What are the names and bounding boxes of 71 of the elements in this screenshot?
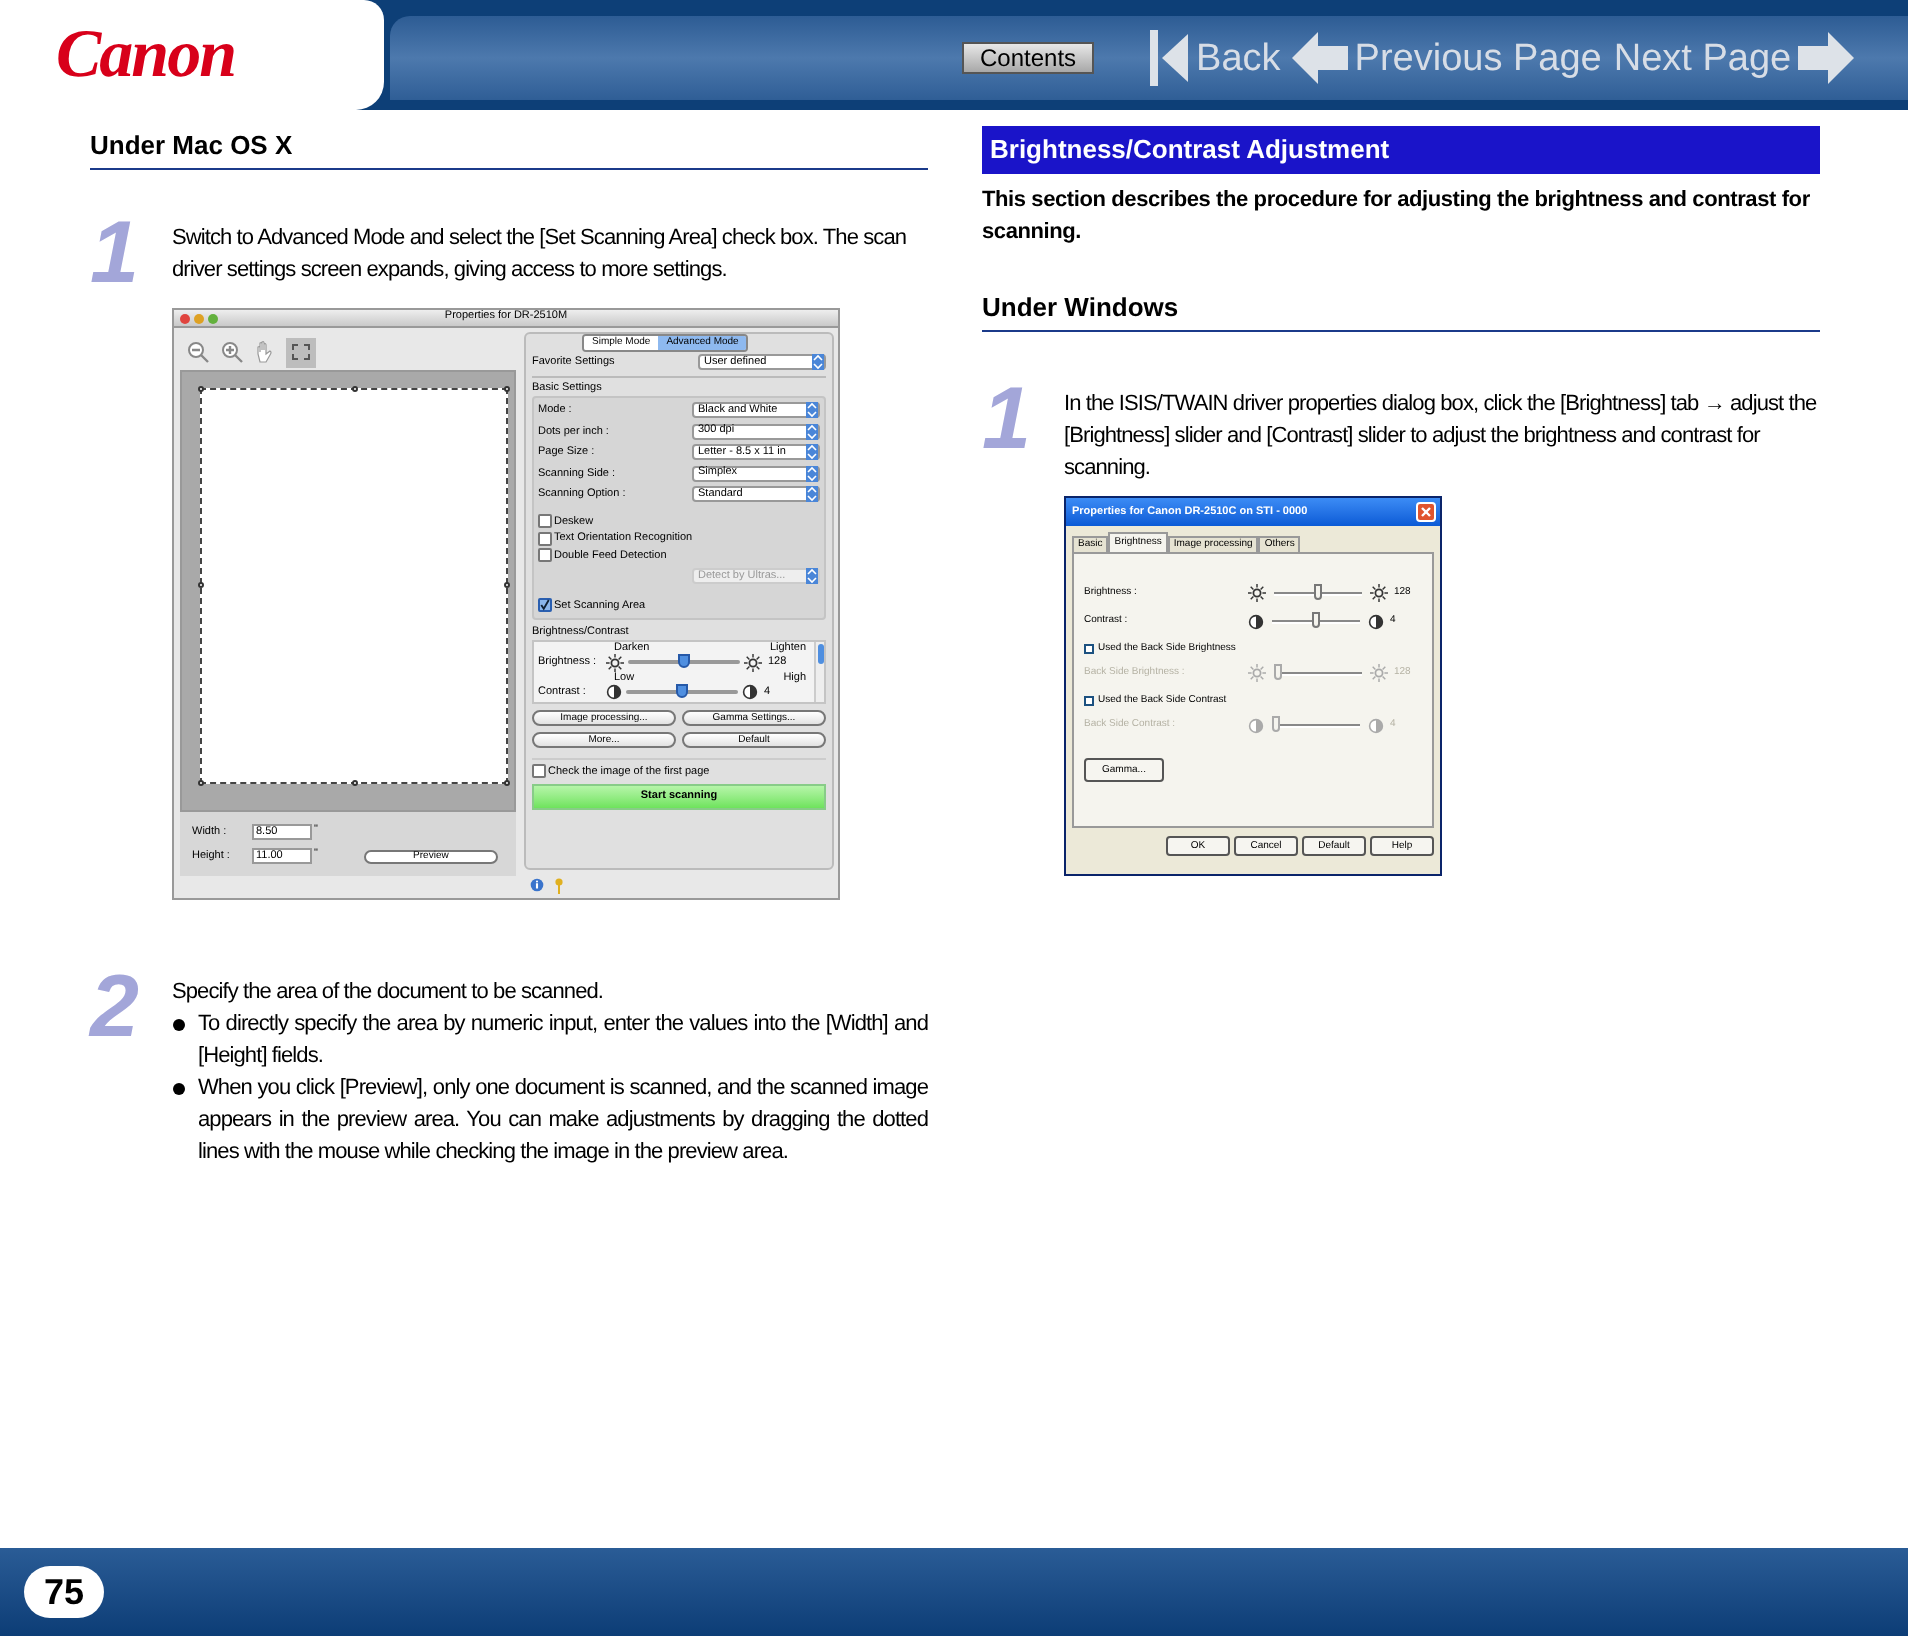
contrast-icon xyxy=(1248,613,1264,629)
nav-button[interactable]: Previous Page xyxy=(1292,32,1602,84)
step-text: Switch to Advanced Mode and select the [Set Scanning Area] check box. The scan driver settings screen expands, giving access to more settings. xyxy=(172,224,909,286)
slider-thumb[interactable] xyxy=(1314,583,1322,599)
sun-icon xyxy=(1370,664,1388,682)
contents-button[interactable]: Contents xyxy=(962,42,1095,74)
drag-handle[interactable] xyxy=(504,386,510,392)
checkbox[interactable] xyxy=(1084,696,1094,706)
zoom-out-icon xyxy=(186,340,210,364)
slider-thumb[interactable] xyxy=(1312,611,1320,627)
close-icon xyxy=(1420,506,1432,518)
select-tool-icon[interactable] xyxy=(286,337,316,367)
checkbox[interactable] xyxy=(538,531,552,545)
drag-handle[interactable] xyxy=(504,780,510,786)
step-number: 1 xyxy=(90,214,141,306)
checkbox[interactable] xyxy=(538,548,552,562)
canon-logo: Canon xyxy=(56,21,235,89)
stepper-icon xyxy=(812,354,824,370)
bullet-icon xyxy=(172,1082,186,1096)
section-heading: Under Windows xyxy=(982,292,1820,332)
key-icon xyxy=(554,878,564,894)
bullet-icon xyxy=(172,1018,186,1032)
stepper-icon xyxy=(806,423,818,439)
nav-button[interactable]: Next Page xyxy=(1613,32,1854,84)
right-arrow-icon xyxy=(1797,32,1854,84)
sun-icon xyxy=(1248,584,1266,602)
step-number: 2 xyxy=(90,968,141,1060)
sun-icon xyxy=(1248,664,1266,682)
drag-handle[interactable] xyxy=(504,582,510,588)
step-text: In the ISIS/TWAIN driver properties dialog box, click the [Brightness] tab → adjust the [Brightness] slider and [Contrast] slider to adjust the brightness and contrast for scanning. xyxy=(1064,390,1819,484)
contrast-icon xyxy=(606,684,622,700)
stepper-icon xyxy=(806,444,818,460)
sun-icon xyxy=(1370,584,1388,602)
step-number: 1 xyxy=(982,380,1033,472)
drag-handle[interactable] xyxy=(352,780,358,786)
drag-handle[interactable] xyxy=(198,582,204,588)
checkbox[interactable] xyxy=(532,764,546,778)
checkbox[interactable] xyxy=(538,598,552,612)
stepper-icon xyxy=(806,568,818,584)
stepper-icon xyxy=(806,402,818,418)
zoom-in-icon xyxy=(220,340,244,364)
slider-thumb[interactable] xyxy=(676,684,688,698)
section-band: Brightness/Contrast Adjustment xyxy=(982,126,1820,174)
check-icon xyxy=(540,598,550,612)
scroll-bar xyxy=(814,641,824,701)
bullet-text: To directly specify the area by numeric input, enter the values into the [Width] and [Height] fields. xyxy=(198,1010,928,1072)
checkbox[interactable] xyxy=(1084,644,1094,654)
first-page-icon xyxy=(1150,30,1191,86)
intro-text: This section describes the procedure for adjusting the brightness and contrast for scanning. xyxy=(982,186,1812,248)
sun-icon xyxy=(744,653,762,671)
bullet-text: When you click [Preview], only one document is scanned, and the scanned image appears in the preview area. You can make adjustments by dragging the dotted lines with the mouse while checking the image in the preview area. xyxy=(198,1074,928,1168)
left-arrow-icon xyxy=(1292,32,1349,84)
step-text: Specify the area of the document to be scanned. xyxy=(172,978,606,1008)
section-heading: Under Mac OS X xyxy=(90,130,928,170)
drag-handle[interactable] xyxy=(198,386,204,392)
hand-icon xyxy=(254,340,276,364)
info-icon xyxy=(530,878,544,892)
slider-thumb[interactable] xyxy=(678,654,690,668)
contrast-icon xyxy=(1248,717,1264,733)
sun-icon xyxy=(606,653,624,671)
drag-handle[interactable] xyxy=(352,386,358,392)
page-number: 75 xyxy=(24,1566,104,1618)
stepper-icon xyxy=(806,486,818,502)
nav-button[interactable]: Back xyxy=(1150,30,1281,86)
checkbox[interactable] xyxy=(538,514,552,528)
stepper-icon xyxy=(806,465,818,481)
contrast-icon xyxy=(1368,613,1384,629)
drag-handle[interactable] xyxy=(198,780,204,786)
contrast-icon xyxy=(742,684,758,700)
contrast-icon xyxy=(1368,717,1384,733)
close-button[interactable] xyxy=(1416,502,1436,522)
